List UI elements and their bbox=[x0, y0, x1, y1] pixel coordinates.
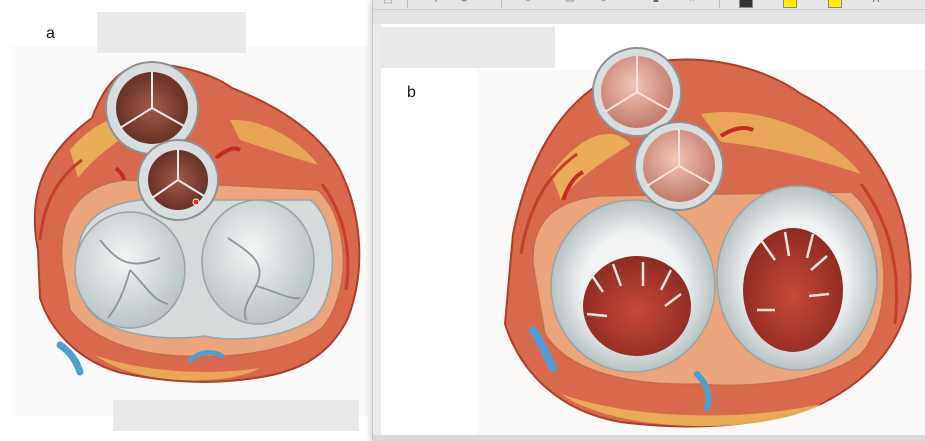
toolbar-divider bbox=[501, 0, 502, 8]
fill-color-icon[interactable] bbox=[783, 0, 797, 8]
heart-valves-open-illustration bbox=[503, 47, 912, 428]
line-color-icon[interactable] bbox=[739, 0, 753, 8]
document-page-b: b bbox=[381, 24, 925, 435]
left-document-page: a bbox=[0, 0, 372, 441]
heart-valves-closed-illustration bbox=[33, 61, 361, 383]
text-style-icon[interactable]: A bbox=[869, 0, 883, 6]
select-icon[interactable]: ⬚ bbox=[381, 0, 395, 6]
pen-icon[interactable]: ✎ bbox=[595, 0, 609, 6]
rectangle-icon[interactable]: ▭ bbox=[563, 0, 577, 6]
viewer-status-strip bbox=[373, 10, 925, 24]
window-bottom-edge bbox=[373, 435, 925, 441]
toolbar-divider bbox=[407, 0, 408, 8]
lasso-icon[interactable]: ○ bbox=[521, 0, 535, 6]
image-viewer-window: ⬚ ‹ ↻ ○ ▭ ✎ ▲ ⌗ A b bbox=[372, 0, 925, 441]
highlight-color-icon[interactable] bbox=[828, 0, 842, 8]
toolbar-divider bbox=[719, 0, 720, 8]
markup-toolbar: ⬚ ‹ ↻ ○ ▭ ✎ ▲ ⌗ A bbox=[373, 0, 925, 10]
crop-icon[interactable]: ⌗ bbox=[685, 0, 699, 6]
redacted-caption-box bbox=[113, 400, 359, 431]
mitral-valve-closed-a bbox=[201, 199, 315, 325]
back-icon[interactable]: ‹ bbox=[429, 0, 443, 6]
stamp-icon[interactable]: ▲ bbox=[649, 0, 663, 6]
rotate-icon[interactable]: ↻ bbox=[457, 0, 471, 6]
